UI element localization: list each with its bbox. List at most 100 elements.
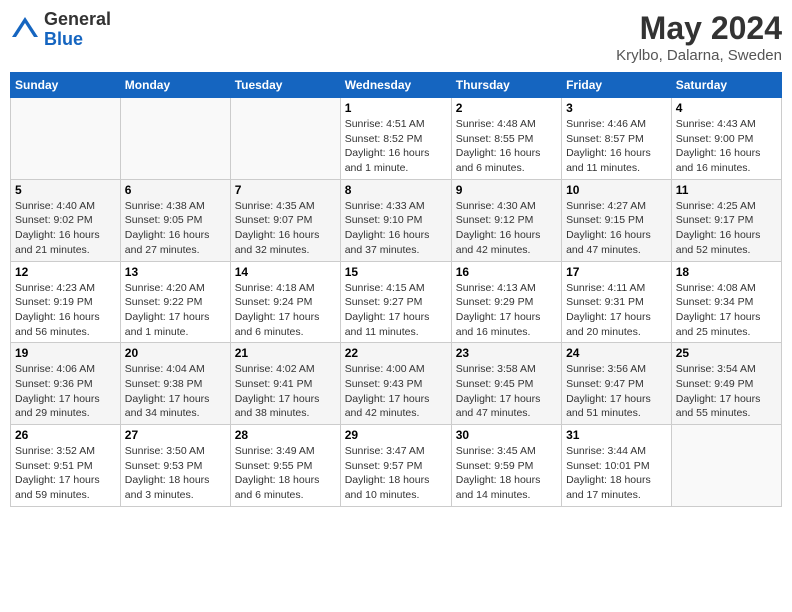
calendar-cell: 13 Sunrise: 4:20 AM Sunset: 9:22 PM Dayli… [120,261,230,343]
day-number: 22 [345,346,447,360]
week-row-4: 19 Sunrise: 4:06 AM Sunset: 9:36 PM Dayli… [11,343,782,425]
day-number: 18 [676,265,777,279]
weekday-header-wednesday: Wednesday [340,73,451,98]
weekday-header-row: SundayMondayTuesdayWednesdayThursdayFrid… [11,73,782,98]
day-number: 12 [15,265,116,279]
day-number: 15 [345,265,447,279]
day-number: 6 [125,183,226,197]
day-number: 19 [15,346,116,360]
day-info: Sunrise: 4:00 AM Sunset: 9:43 PM Dayligh… [345,362,447,421]
day-info: Sunrise: 4:02 AM Sunset: 9:41 PM Dayligh… [235,362,336,421]
calendar-cell: 19 Sunrise: 4:06 AM Sunset: 9:36 PM Dayli… [11,343,121,425]
calendar-cell [230,98,340,180]
day-number: 14 [235,265,336,279]
calendar-cell [11,98,121,180]
logo-blue: Blue [44,30,111,50]
day-info: Sunrise: 4:27 AM Sunset: 9:15 PM Dayligh… [566,199,667,258]
calendar-cell: 27Sunrise: 3:50 AM Sunset: 9:53 PM Dayli… [120,425,230,507]
day-info: Sunrise: 4:40 AM Sunset: 9:02 PM Dayligh… [15,199,116,258]
calendar-cell: 1 Sunrise: 4:51 AM Sunset: 8:52 PM Daylig… [340,98,451,180]
location: Krylbo, Dalarna, Sweden [616,47,782,64]
day-number: 20 [125,346,226,360]
day-info: Sunrise: 4:30 AM Sunset: 9:12 PM Dayligh… [456,199,557,258]
day-number: 24 [566,346,667,360]
calendar-cell: 20Sunrise: 4:04 AM Sunset: 9:38 PM Dayli… [120,343,230,425]
weekday-header-sunday: Sunday [11,73,121,98]
weekday-header-saturday: Saturday [671,73,781,98]
day-info: Sunrise: 3:54 AM Sunset: 9:49 PM Dayligh… [676,362,777,421]
day-info: Sunrise: 4:06 AM Sunset: 9:36 PM Dayligh… [15,362,116,421]
day-info: Sunrise: 4:38 AM Sunset: 9:05 PM Dayligh… [125,199,226,258]
calendar-cell: 3Sunrise: 4:46 AM Sunset: 8:57 PM Daylig… [562,98,672,180]
day-info: Sunrise: 4:20 AM Sunset: 9:22 PM Dayligh… [125,281,226,340]
calendar-cell: 16 Sunrise: 4:13 AM Sunset: 9:29 PM Dayli… [451,261,561,343]
calendar-cell: 10Sunrise: 4:27 AM Sunset: 9:15 PM Dayli… [562,179,672,261]
calendar-cell: 30Sunrise: 3:45 AM Sunset: 9:59 PM Dayli… [451,425,561,507]
day-info: Sunrise: 4:25 AM Sunset: 9:17 PM Dayligh… [676,199,777,258]
calendar-cell: 15 Sunrise: 4:15 AM Sunset: 9:27 PM Dayli… [340,261,451,343]
day-info: Sunrise: 4:43 AM Sunset: 9:00 PM Dayligh… [676,117,777,176]
day-info: Sunrise: 4:48 AM Sunset: 8:55 PM Dayligh… [456,117,557,176]
day-number: 28 [235,428,336,442]
logo-general: General [44,10,111,30]
calendar-cell: 9 Sunrise: 4:30 AM Sunset: 9:12 PM Daylig… [451,179,561,261]
day-number: 26 [15,428,116,442]
day-info: Sunrise: 4:23 AM Sunset: 9:19 PM Dayligh… [15,281,116,340]
calendar-cell [671,425,781,507]
calendar-cell: 5Sunrise: 4:40 AM Sunset: 9:02 PM Daylig… [11,179,121,261]
day-number: 3 [566,101,667,115]
day-number: 21 [235,346,336,360]
weekday-header-friday: Friday [562,73,672,98]
weekday-header-monday: Monday [120,73,230,98]
week-row-2: 5Sunrise: 4:40 AM Sunset: 9:02 PM Daylig… [11,179,782,261]
calendar-cell: 2 Sunrise: 4:48 AM Sunset: 8:55 PM Daylig… [451,98,561,180]
day-number: 13 [125,265,226,279]
day-number: 29 [345,428,447,442]
day-info: Sunrise: 3:56 AM Sunset: 9:47 PM Dayligh… [566,362,667,421]
calendar-cell: 18Sunrise: 4:08 AM Sunset: 9:34 PM Dayli… [671,261,781,343]
calendar-cell [120,98,230,180]
day-info: Sunrise: 3:44 AM Sunset: 10:01 PM Daylig… [566,444,667,503]
day-number: 9 [456,183,557,197]
calendar-cell: 14 Sunrise: 4:18 AM Sunset: 9:24 PM Dayli… [230,261,340,343]
day-number: 7 [235,183,336,197]
day-info: Sunrise: 3:50 AM Sunset: 9:53 PM Dayligh… [125,444,226,503]
day-info: Sunrise: 3:52 AM Sunset: 9:51 PM Dayligh… [15,444,116,503]
calendar-cell: 7 Sunrise: 4:35 AM Sunset: 9:07 PM Daylig… [230,179,340,261]
day-info: Sunrise: 4:13 AM Sunset: 9:29 PM Dayligh… [456,281,557,340]
day-number: 11 [676,183,777,197]
calendar-cell: 23 Sunrise: 3:58 AM Sunset: 9:45 PM Dayli… [451,343,561,425]
day-number: 23 [456,346,557,360]
month-year: May 2024 [616,10,782,47]
day-number: 2 [456,101,557,115]
day-info: Sunrise: 3:49 AM Sunset: 9:55 PM Dayligh… [235,444,336,503]
day-number: 25 [676,346,777,360]
day-info: Sunrise: 4:33 AM Sunset: 9:10 PM Dayligh… [345,199,447,258]
calendar-cell: 28 Sunrise: 3:49 AM Sunset: 9:55 PM Dayli… [230,425,340,507]
calendar-cell: 29Sunrise: 3:47 AM Sunset: 9:57 PM Dayli… [340,425,451,507]
calendar-cell: 8Sunrise: 4:33 AM Sunset: 9:10 PM Daylig… [340,179,451,261]
day-info: Sunrise: 3:45 AM Sunset: 9:59 PM Dayligh… [456,444,557,503]
day-info: Sunrise: 4:15 AM Sunset: 9:27 PM Dayligh… [345,281,447,340]
calendar-cell: 26 Sunrise: 3:52 AM Sunset: 9:51 PM Dayli… [11,425,121,507]
day-info: Sunrise: 4:18 AM Sunset: 9:24 PM Dayligh… [235,281,336,340]
day-number: 16 [456,265,557,279]
calendar-table: SundayMondayTuesdayWednesdayThursdayFrid… [10,72,782,507]
week-row-3: 12 Sunrise: 4:23 AM Sunset: 9:19 PM Dayli… [11,261,782,343]
week-row-1: 1 Sunrise: 4:51 AM Sunset: 8:52 PM Daylig… [11,98,782,180]
day-number: 17 [566,265,667,279]
calendar-cell: 21 Sunrise: 4:02 AM Sunset: 9:41 PM Dayli… [230,343,340,425]
day-info: Sunrise: 4:35 AM Sunset: 9:07 PM Dayligh… [235,199,336,258]
day-info: Sunrise: 4:11 AM Sunset: 9:31 PM Dayligh… [566,281,667,340]
calendar-cell: 24 Sunrise: 3:56 AM Sunset: 9:47 PM Dayli… [562,343,672,425]
day-number: 1 [345,101,447,115]
day-number: 31 [566,428,667,442]
day-info: Sunrise: 4:51 AM Sunset: 8:52 PM Dayligh… [345,117,447,176]
day-info: Sunrise: 3:58 AM Sunset: 9:45 PM Dayligh… [456,362,557,421]
logo: General Blue [10,10,111,50]
logo-icon [10,15,40,45]
logo-text: General Blue [44,10,111,50]
calendar-cell: 6 Sunrise: 4:38 AM Sunset: 9:05 PM Daylig… [120,179,230,261]
calendar-cell: 25 Sunrise: 3:54 AM Sunset: 9:49 PM Dayli… [671,343,781,425]
calendar-cell: 4Sunrise: 4:43 AM Sunset: 9:00 PM Daylig… [671,98,781,180]
